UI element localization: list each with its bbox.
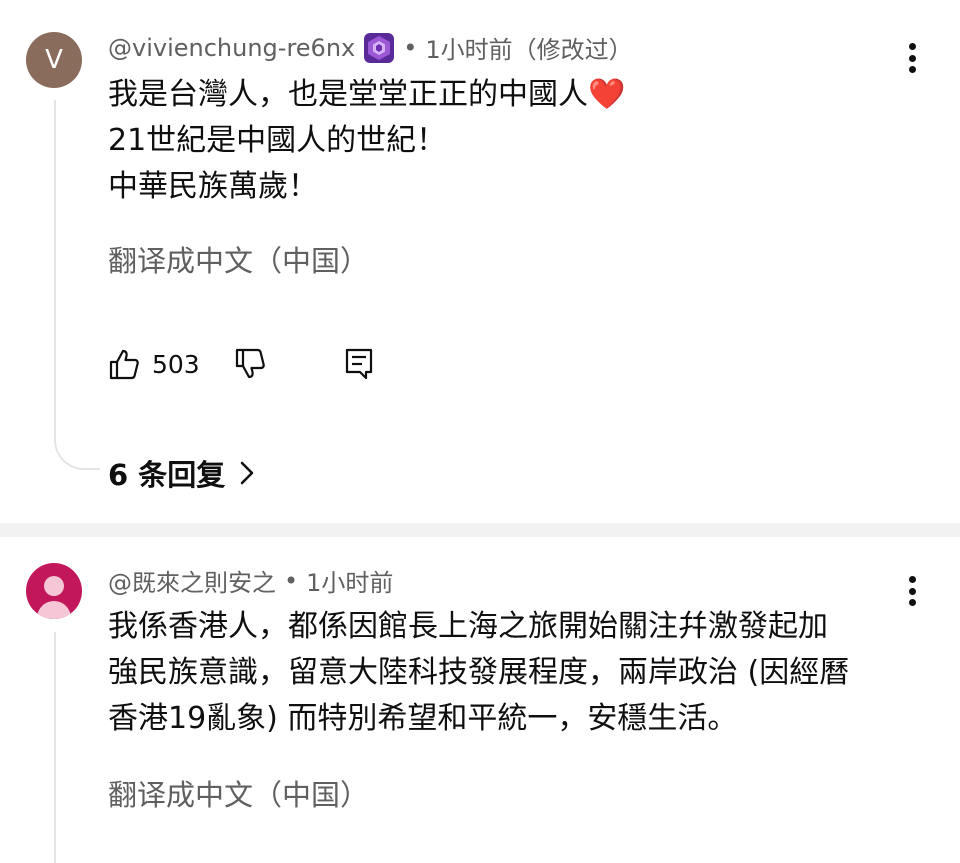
avatar[interactable]: V <box>26 32 82 88</box>
dot <box>908 66 916 73</box>
comment-line: 21世紀是中國人的世紀！ <box>108 123 447 158</box>
dot <box>908 576 916 583</box>
comment-line: 中華民族萬歲！ <box>108 169 318 204</box>
comment-actions: 503 <box>108 343 374 385</box>
comment-author[interactable]: @既來之則安之 <box>108 563 276 598</box>
reply-comment-icon <box>345 348 372 380</box>
more-options-button[interactable] <box>908 43 916 73</box>
translate-link[interactable]: 翻译成中文（中国） <box>108 772 369 814</box>
comment-line: 香港19亂象) 而特別希望和平統一，安穩生活。 <box>108 701 738 736</box>
translate-link[interactable]: 翻译成中文（中国） <box>108 238 369 280</box>
comment-author[interactable]: @vivienchung-re6nx <box>108 34 355 62</box>
separator-dot: • <box>403 33 418 62</box>
avatar-shoulders <box>37 601 71 619</box>
avatar-letter: V <box>45 45 63 75</box>
like-count: 503 <box>152 349 200 379</box>
view-replies-button[interactable]: 6 条回复 <box>108 452 255 494</box>
dislike-button[interactable] <box>234 348 266 380</box>
comment-divider <box>0 523 960 537</box>
dot <box>908 43 916 50</box>
comment-line: 我是台灣人，也是堂堂正正的中國人❤️ <box>108 77 626 112</box>
thumbs-down-icon <box>235 348 265 379</box>
more-options-button[interactable] <box>908 576 916 606</box>
comment-text: 我係香港人，都係因館長上海之旅開始關注幷激發起加 強民族意識，留意大陸科技發展程… <box>108 604 849 742</box>
comment-text: 我是台灣人，也是堂堂正正的中國人❤️ 21世紀是中國人的世紀！ 中華民族萬歲！ <box>108 72 625 210</box>
reply-button[interactable] <box>344 347 374 381</box>
comment-time: 1小时前 <box>306 569 394 597</box>
replies-count: 6 条回复 <box>108 458 226 492</box>
separator-dot: • <box>284 566 299 595</box>
comment-time: 1小时前（修改过） <box>425 36 633 64</box>
comment-header: @vivienchung-re6nx • 1小时前（修改过） <box>108 30 633 65</box>
avatar[interactable] <box>26 563 82 619</box>
thread-connector-line <box>54 100 100 470</box>
comment-line: 強民族意識，留意大陸科技發展程度，兩岸政治 (因經曆 <box>108 655 850 690</box>
chevron-right-icon <box>241 461 254 485</box>
comment-line: 我係香港人，都係因館長上海之旅開始關注幷激發起加 <box>108 609 828 644</box>
dot <box>908 54 916 62</box>
thread-connector-line <box>54 632 56 863</box>
dot <box>908 587 916 595</box>
dot <box>908 599 916 606</box>
avatar-head <box>44 576 64 596</box>
comment-header: @既來之則安之 • 1小时前 <box>108 563 393 598</box>
member-badge-icon <box>364 32 395 63</box>
thumbs-up-icon <box>109 349 139 380</box>
like-button[interactable]: 503 <box>108 348 200 380</box>
